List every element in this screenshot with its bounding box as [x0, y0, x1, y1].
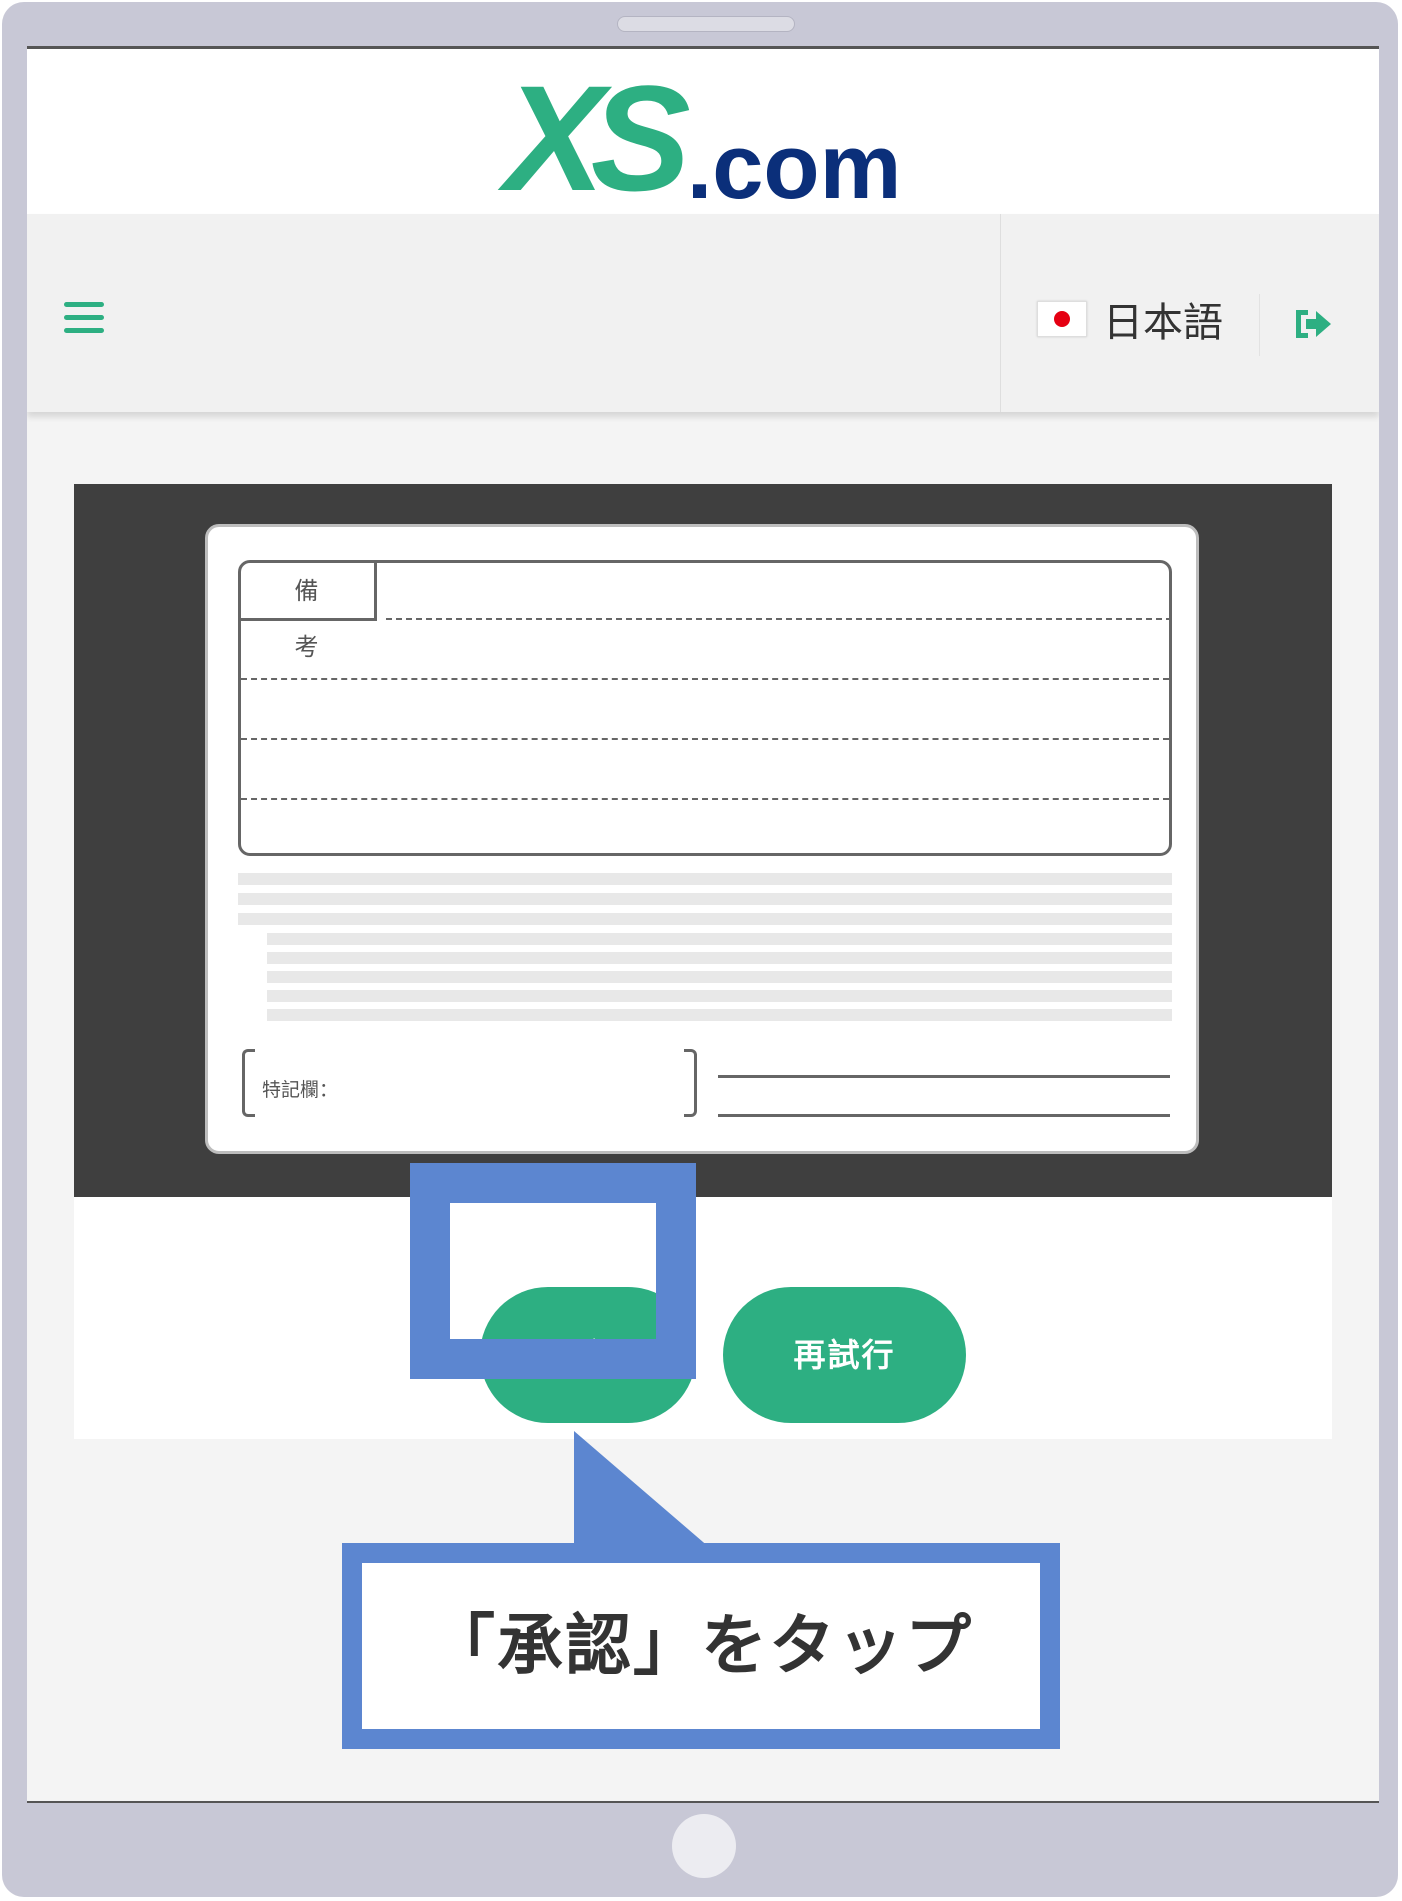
- callout-text: 「承認」をタップ: [429, 1607, 973, 1684]
- instruction-callout: 「承認」をタップ: [342, 1543, 1060, 1749]
